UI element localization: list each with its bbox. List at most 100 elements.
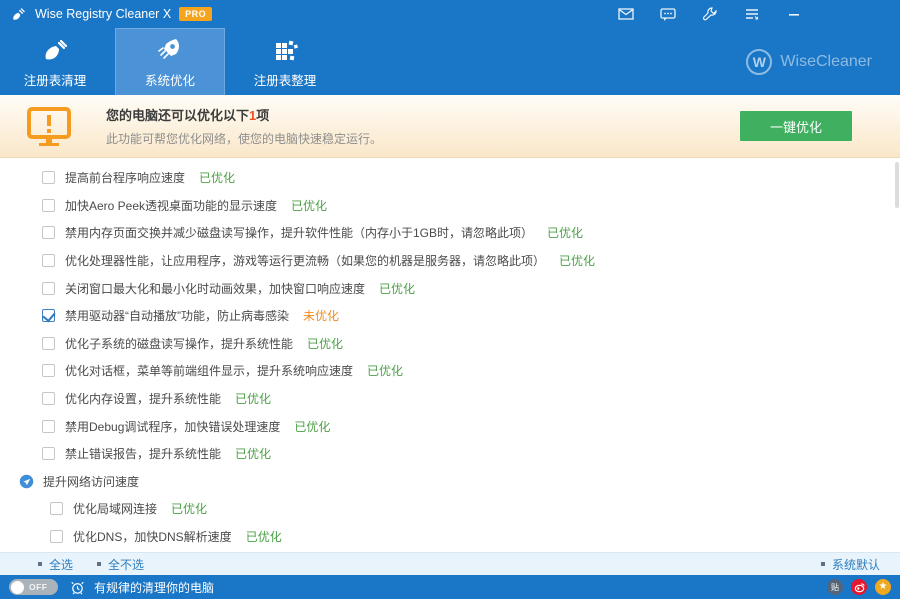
list-item[interactable]: 关闭窗口最大化和最小化时动画效果，加快窗口响应速度已优化 [0, 274, 900, 302]
tieba-icon[interactable]: 贴 [827, 579, 843, 595]
tab-registry-cleaner[interactable]: 注册表清理 [0, 28, 110, 95]
item-label: 禁用内存页面交换并减少磁盘读写操作，提升软件性能（内存小于1GB时，请忽略此项） [65, 224, 533, 241]
list-item[interactable]: 优化DNS，加快DNS解析速度已优化 [0, 523, 900, 551]
list-item[interactable]: 优化对话框，菜单等前端组件显示，提升系统响应速度已优化 [0, 357, 900, 385]
broom-icon [40, 35, 70, 65]
list-item[interactable]: 禁用Debug调试程序，加快错误处理速度已优化 [0, 412, 900, 440]
system-default-link[interactable]: 系统默认 [821, 556, 880, 573]
app-window: Wise Registry Cleaner X PRO 注册表清理 系统优化 [0, 0, 900, 599]
item-label: 优化内存设置，提升系统性能 [65, 390, 221, 407]
checkbox-unchecked[interactable] [42, 199, 55, 212]
logo-w-icon: W [746, 49, 772, 75]
tab-system-tuneup[interactable]: 系统优化 [115, 28, 225, 95]
item-label: 禁用Debug调试程序，加快错误处理速度 [65, 418, 280, 435]
list-item[interactable]: 禁用驱动器“自动播放”功能，防止病毒感染未优化 [0, 302, 900, 330]
item-label: 优化DNS，加快DNS解析速度 [73, 528, 232, 545]
item-status: 已优化 [547, 224, 583, 241]
section-label: 提升网络访问速度 [43, 473, 139, 490]
schedule-text: 有规律的清理你的电脑 [94, 579, 214, 596]
item-label: 加快Aero Peek透视桌面功能的显示速度 [65, 197, 277, 214]
weibo-icon[interactable] [851, 579, 867, 595]
checkbox-unchecked[interactable] [42, 447, 55, 460]
item-label: 禁止错误报告，提升系统性能 [65, 445, 221, 462]
one-click-optimize-button[interactable]: 一键优化 [740, 111, 852, 141]
item-status: 已优化 [307, 335, 343, 352]
item-label: 优化局域网连接 [73, 500, 157, 517]
checkbox-unchecked[interactable] [42, 171, 55, 184]
monitor-warning-icon [26, 106, 72, 146]
toggle-state-label: OFF [29, 582, 48, 592]
list-item[interactable]: 提高前台程序响应速度已优化 [0, 164, 900, 192]
list-item[interactable]: 加快Aero Peek透视桌面功能的显示速度已优化 [0, 192, 900, 220]
checkbox-unchecked[interactable] [42, 364, 55, 377]
pro-badge: PRO [179, 7, 212, 21]
network-section-icon [19, 474, 34, 489]
checkbox-checked[interactable] [42, 309, 55, 322]
banner-title: 您的电脑还可以优化以下1项 [106, 105, 382, 124]
app-title: Wise Registry Cleaner X [35, 7, 171, 21]
item-label: 优化对话框，菜单等前端组件显示，提升系统响应速度 [65, 362, 353, 379]
item-status: 已优化 [171, 500, 207, 517]
statusbar: OFF 有规律的清理你的电脑 贴 ★ [0, 575, 900, 599]
alert-banner: 您的电脑还可以优化以下1项 此功能可帮您优化网络，使您的电脑快速稳定运行。 一键… [0, 95, 900, 158]
scrollbar-thumb[interactable] [895, 162, 899, 208]
select-all-link[interactable]: 全选 [38, 556, 73, 573]
list-item[interactable]: 优化局域网连接已优化 [0, 495, 900, 523]
item-label: 优化处理器性能，让应用程序，游戏等运行更流畅（如果您的机器是服务器，请忽略此项） [65, 252, 545, 269]
tab-label: 注册表整理 [254, 70, 317, 89]
alarm-clock-icon [70, 580, 85, 595]
checkbox-unchecked[interactable] [42, 337, 55, 350]
banner-text: 您的电脑还可以优化以下1项 此功能可帮您优化网络，使您的电脑快速稳定运行。 [106, 105, 382, 147]
bottom-action-bar: 全选 全不选 系统默认 [0, 552, 900, 575]
star-share-icon[interactable]: ★ [875, 579, 891, 595]
optimization-list: 提高前台程序响应速度已优化加快Aero Peek透视桌面功能的显示速度已优化禁用… [0, 158, 900, 552]
list-item[interactable]: 禁止错误报告，提升系统性能已优化 [0, 440, 900, 468]
wisecleaner-logo: W WiseCleaner [746, 49, 872, 75]
social-icons: 贴 ★ [827, 579, 891, 595]
support-tool-icon[interactable] [702, 6, 718, 22]
item-label: 提高前台程序响应速度 [65, 169, 185, 186]
item-label: 关闭窗口最大化和最小化时动画效果，加快窗口响应速度 [65, 280, 365, 297]
item-status: 已优化 [291, 197, 327, 214]
item-status: 未优化 [303, 307, 339, 324]
defrag-icon [270, 35, 300, 65]
item-status: 已优化 [246, 528, 282, 545]
checkbox-unchecked[interactable] [50, 530, 63, 543]
checkbox-unchecked[interactable] [42, 254, 55, 267]
rocket-icon [155, 35, 185, 65]
menu-icon[interactable] [744, 6, 760, 22]
list-item[interactable]: 禁用内存页面交换并减少磁盘读写操作，提升软件性能（内存小于1GB时，请忽略此项）… [0, 219, 900, 247]
list-item[interactable]: 优化内存设置，提升系统性能已优化 [0, 385, 900, 413]
bullet-square [821, 562, 825, 566]
item-status: 已优化 [294, 418, 330, 435]
checkbox-unchecked[interactable] [42, 392, 55, 405]
item-status: 已优化 [379, 280, 415, 297]
item-status: 已优化 [199, 169, 235, 186]
item-status: 已优化 [559, 252, 595, 269]
tab-label: 注册表清理 [24, 70, 87, 89]
bullet-square [38, 562, 42, 566]
tab-registry-defrag[interactable]: 注册表整理 [230, 28, 340, 95]
item-label: 优化子系统的磁盘读写操作，提升系统性能 [65, 335, 293, 352]
select-none-link[interactable]: 全不选 [97, 556, 144, 573]
item-label: 禁用驱动器“自动播放”功能，防止病毒感染 [65, 307, 289, 324]
item-status: 已优化 [367, 362, 403, 379]
tabbar: 注册表清理 系统优化 注册表整理 [0, 28, 900, 95]
checkbox-unchecked[interactable] [42, 420, 55, 433]
checkbox-unchecked[interactable] [42, 282, 55, 295]
checkbox-unchecked[interactable] [50, 502, 63, 515]
banner-subtitle: 此功能可帮您优化网络，使您的电脑快速稳定运行。 [106, 130, 382, 147]
item-status: 已优化 [235, 445, 271, 462]
list-item[interactable]: 优化处理器性能，让应用程序，游戏等运行更流畅（如果您的机器是服务器，请忽略此项）… [0, 247, 900, 275]
toggle-knob [11, 581, 24, 594]
feedback-icon[interactable] [660, 6, 676, 22]
section-header-network[interactable]: 提升网络访问速度 [0, 468, 900, 496]
mail-icon[interactable] [618, 6, 634, 22]
minimize-icon[interactable] [786, 6, 802, 22]
schedule-toggle[interactable]: OFF [9, 579, 58, 595]
logo-text: WiseCleaner [780, 53, 872, 71]
list-item[interactable]: 优化子系统的磁盘读写操作，提升系统性能已优化 [0, 330, 900, 358]
checkbox-unchecked[interactable] [42, 226, 55, 239]
bullet-square [97, 562, 101, 566]
tab-label: 系统优化 [145, 70, 195, 89]
